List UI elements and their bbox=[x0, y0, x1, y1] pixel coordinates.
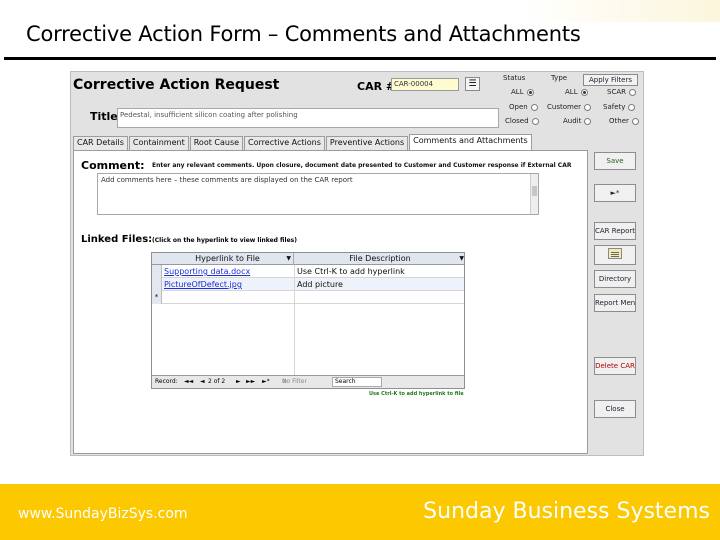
type-option-audit[interactable]: Audit bbox=[563, 117, 592, 125]
new-description-cell[interactable] bbox=[294, 291, 464, 304]
comment-label: Comment: bbox=[81, 159, 145, 172]
save-button[interactable]: Save bbox=[594, 152, 636, 170]
radio-icon bbox=[531, 117, 539, 125]
radio-icon bbox=[530, 103, 538, 111]
apply-filters-button[interactable]: Apply Filters bbox=[583, 74, 638, 86]
delete-car-button[interactable]: Delete CAR bbox=[594, 357, 636, 375]
tab-strip: CAR Details Containment Root Cause Corre… bbox=[73, 134, 533, 150]
status-filter-label: Status bbox=[503, 74, 526, 82]
column-divider bbox=[294, 265, 295, 375]
radio-icon bbox=[631, 117, 639, 125]
radio-icon bbox=[526, 88, 534, 96]
type-option-safety[interactable]: Safety bbox=[603, 103, 636, 111]
status-option-closed[interactable]: Closed bbox=[505, 117, 539, 125]
new-record-button[interactable]: ►* bbox=[594, 184, 636, 202]
type-option-scar[interactable]: SCAR bbox=[607, 88, 636, 96]
file-hyperlink[interactable]: Supporting data.docx bbox=[164, 265, 292, 278]
radio-icon bbox=[580, 88, 588, 96]
app-window: Corrective Action Request CAR #: CAR-000… bbox=[70, 71, 644, 456]
new-file-cell[interactable] bbox=[164, 291, 292, 304]
radio-icon bbox=[584, 117, 592, 125]
table-row[interactable]: PictureOfDefect.jpg Add picture bbox=[152, 278, 464, 291]
record-search-input[interactable]: Search bbox=[332, 377, 382, 387]
comment-scrollbar[interactable] bbox=[530, 174, 538, 214]
comment-hint: Enter any relevant comments. Upon closur… bbox=[152, 162, 572, 169]
new-record-row[interactable]: * bbox=[152, 291, 464, 304]
record-navigator: Record: ◄◄ ◄ 2 of 2 ► ►► ►* ⊘ No Filter … bbox=[152, 375, 464, 388]
tab-car-details[interactable]: CAR Details bbox=[73, 136, 128, 150]
tab-preventive-actions[interactable]: Preventive Actions bbox=[325, 136, 409, 150]
file-hyperlink[interactable]: PictureOfDefect.jpg bbox=[164, 278, 292, 291]
report-menu-button[interactable]: Report Menu bbox=[594, 294, 636, 312]
radio-icon bbox=[628, 88, 636, 96]
next-record-icon[interactable]: ► bbox=[236, 376, 241, 388]
column-header-hyperlink[interactable]: Hyperlink to File ▼ bbox=[162, 253, 294, 265]
slide-footer: www.SundayBizSys.com Sunday Business Sys… bbox=[0, 484, 720, 540]
comment-text: Add comments here – these comments are d… bbox=[101, 176, 353, 184]
title-field[interactable]: Pedestal, insufficient silicon coating a… bbox=[117, 108, 499, 128]
record-label: Record: bbox=[155, 378, 178, 385]
status-filter-group: Status ALL Open Closed bbox=[503, 74, 543, 125]
linked-files-grid: Hyperlink to File ▼ File Description ▼ Sup… bbox=[151, 252, 465, 389]
grid-header: Hyperlink to File ▼ File Description ▼ bbox=[152, 253, 464, 265]
list-icon: ☰ bbox=[468, 79, 477, 89]
directory-button[interactable]: Directory bbox=[594, 270, 636, 288]
slide-title-bar: Corrective Action Form – Comments and At… bbox=[0, 0, 720, 60]
type-option-other[interactable]: Other bbox=[609, 117, 639, 125]
previous-record-icon[interactable]: ◄ bbox=[200, 376, 205, 388]
linked-files-label: Linked Files: bbox=[81, 234, 153, 245]
radio-icon bbox=[584, 103, 592, 111]
scrollbar-thumb[interactable] bbox=[532, 186, 537, 196]
report-preview-button[interactable] bbox=[594, 245, 636, 265]
new-row-marker: * bbox=[152, 291, 162, 304]
first-record-icon[interactable]: ◄◄ bbox=[184, 376, 193, 388]
tab-containment[interactable]: Containment bbox=[128, 136, 189, 150]
table-row[interactable]: Supporting data.docx Use Ctrl-K to add h… bbox=[152, 265, 464, 278]
type-option-all[interactable]: ALL bbox=[565, 88, 588, 96]
status-option-open[interactable]: Open bbox=[509, 103, 538, 111]
type-filter-group-2: SCAR Safety Other bbox=[601, 88, 641, 128]
last-record-icon[interactable]: ►► bbox=[246, 376, 255, 388]
slide-title: Corrective Action Form – Comments and At… bbox=[26, 22, 581, 46]
car-lookup-button[interactable]: ☰ bbox=[465, 77, 480, 91]
tab-corrective-actions[interactable]: Corrective Actions bbox=[244, 136, 325, 150]
comment-textarea[interactable]: Add comments here – these comments are d… bbox=[97, 173, 539, 215]
car-number-field[interactable]: CAR-00004 bbox=[391, 78, 459, 91]
row-selector[interactable] bbox=[152, 265, 162, 278]
form-heading: Corrective Action Request bbox=[73, 77, 280, 93]
tab-comments-attachments[interactable]: Comments and Attachments bbox=[409, 134, 532, 150]
radio-icon bbox=[628, 103, 636, 111]
footer-url: www.SundayBizSys.com bbox=[18, 506, 188, 522]
file-description[interactable]: Add picture bbox=[294, 278, 464, 291]
footer-company: Sunday Business Systems bbox=[423, 499, 710, 524]
column-header-description[interactable]: File Description ▼ bbox=[294, 253, 466, 265]
close-button[interactable]: Close bbox=[594, 400, 636, 418]
type-filter-group: Type ALL Customer Audit bbox=[547, 74, 592, 125]
car-report-button[interactable]: CAR Report bbox=[594, 222, 636, 240]
title-underline bbox=[4, 57, 716, 60]
title-glow bbox=[520, 0, 720, 22]
row-selector[interactable] bbox=[152, 278, 162, 291]
sort-arrow-icon[interactable]: ▼ bbox=[286, 253, 291, 265]
add-hyperlink-hint: Use Ctrl-K to add hyperlink to file bbox=[369, 391, 464, 397]
type-filter-label: Type bbox=[551, 74, 568, 82]
linked-files-hint: (Click on the hyperlink to view linked f… bbox=[152, 237, 297, 244]
tab-root-cause[interactable]: Root Cause bbox=[189, 136, 244, 150]
file-description[interactable]: Use Ctrl-K to add hyperlink bbox=[294, 265, 464, 278]
new-record-icon[interactable]: ►* bbox=[262, 376, 270, 388]
report-icon bbox=[608, 248, 622, 259]
type-option-customer[interactable]: Customer bbox=[547, 103, 592, 111]
comments-panel: Comment: Enter any relevant comments. Up… bbox=[73, 150, 588, 454]
record-position[interactable]: 2 of 2 bbox=[208, 376, 225, 388]
sort-arrow-icon[interactable]: ▼ bbox=[459, 253, 464, 265]
status-option-all[interactable]: ALL bbox=[511, 88, 534, 96]
